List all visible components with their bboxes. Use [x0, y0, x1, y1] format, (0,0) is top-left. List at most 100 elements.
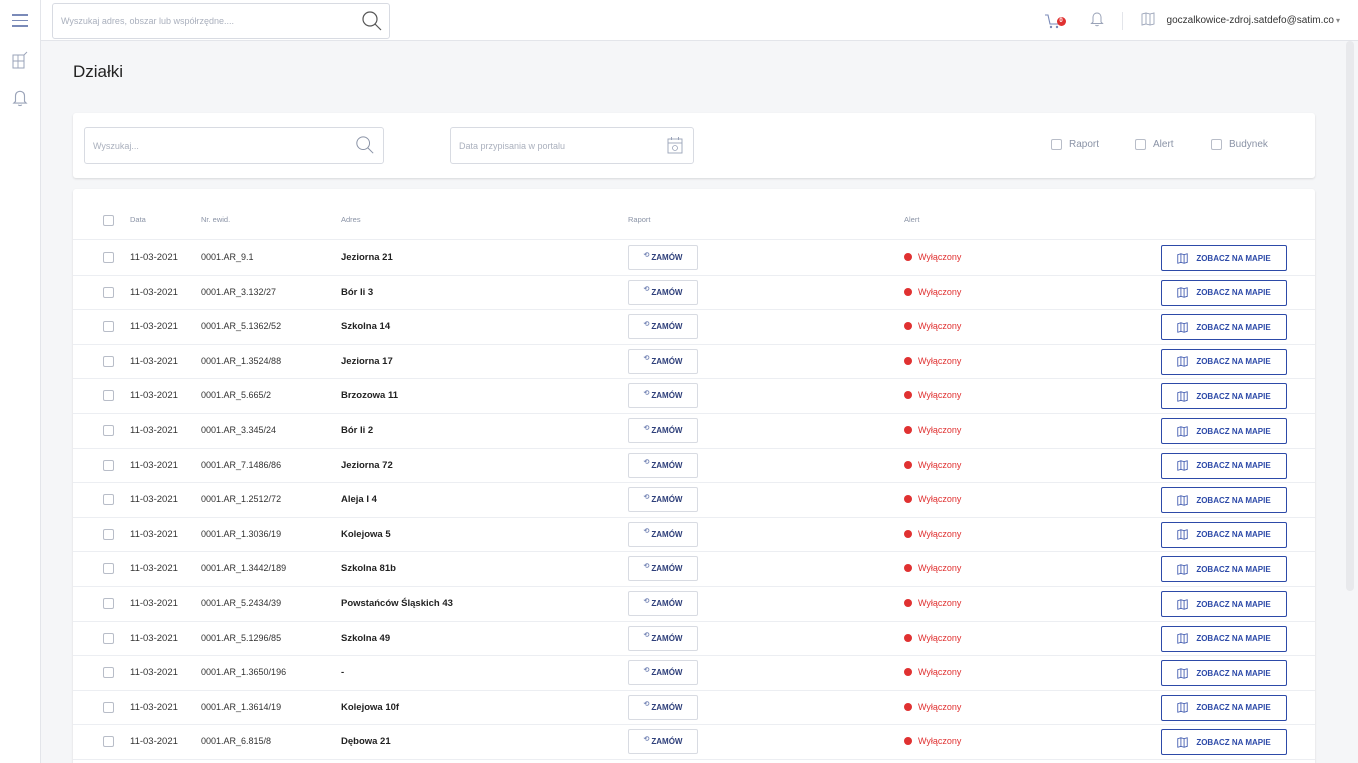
row-checkbox[interactable] — [103, 355, 114, 367]
alert-status-text: Wyłączony — [918, 528, 962, 539]
address-search-input[interactable] — [53, 4, 343, 38]
order-label: ZAMÓW — [651, 391, 683, 401]
checkbox[interactable] — [1211, 139, 1222, 150]
satellite-icon: ⟲ — [643, 562, 650, 570]
checkbox[interactable] — [1051, 139, 1062, 150]
alert-filter-checkbox[interactable]: Alert — [1135, 139, 1174, 150]
map-label: ZOBACZ NA MAPIE — [1196, 668, 1271, 678]
row-date: 11-03-2021 — [130, 528, 178, 540]
calendar-icon[interactable] — [667, 136, 683, 159]
alert-status-text: Wyłączony — [918, 563, 962, 574]
order-report-button[interactable]: ⟲ ZAMÓW — [628, 660, 698, 686]
parcel-search-input[interactable] — [85, 128, 325, 163]
row-checkbox[interactable] — [103, 286, 114, 298]
order-report-button[interactable]: ⟲ ZAMÓW — [628, 383, 698, 409]
row-nr: 0001.AR_1.3524/88 — [201, 355, 282, 366]
map-label: ZOBACZ NA MAPIE — [1196, 253, 1271, 263]
order-label: ZAMÓW — [651, 495, 683, 505]
page-scrollbar[interactable] — [1346, 41, 1354, 591]
status-dot-icon — [904, 426, 912, 434]
table-row: 11-03-2021 0001.AR_1.3650/196 - ⟲ ZAMÓW W… — [73, 656, 1315, 691]
order-report-button[interactable]: ⟲ ZAMÓW — [628, 452, 698, 478]
report-filter-checkbox[interactable]: Raport — [1051, 139, 1099, 150]
view-on-map-button[interactable]: ZOBACZ NA MAPIE — [1161, 279, 1287, 306]
order-report-button[interactable]: ⟲ ZAMÓW — [628, 729, 698, 755]
view-on-map-button[interactable]: ZOBACZ NA MAPIE — [1161, 521, 1287, 548]
map-icon — [1177, 529, 1188, 541]
date-filter-input[interactable] — [451, 128, 691, 163]
order-report-button[interactable]: ⟲ ZAMÓW — [628, 245, 698, 270]
row-checkbox[interactable] — [103, 563, 114, 575]
row-checkbox[interactable] — [103, 390, 114, 402]
order-report-button[interactable]: ⟲ ZAMÓW — [628, 418, 698, 443]
view-on-map-button[interactable]: ZOBACZ NA MAPIE — [1161, 729, 1287, 756]
cart-button[interactable]: 0 — [1044, 13, 1066, 29]
row-checkbox[interactable] — [103, 494, 114, 506]
view-on-map-button[interactable]: ZOBACZ NA MAPIE — [1161, 314, 1287, 341]
notifications-bell-icon[interactable] — [1089, 11, 1104, 30]
cart-count-badge: 0 — [1056, 16, 1066, 26]
order-report-button[interactable]: ⟲ ZAMÓW — [628, 314, 698, 340]
map-icon — [1177, 356, 1188, 368]
building-filter-checkbox[interactable]: Budynek — [1211, 139, 1268, 150]
view-on-map-button[interactable]: ZOBACZ NA MAPIE — [1161, 591, 1287, 617]
row-checkbox[interactable] — [103, 528, 114, 540]
row-date: 11-03-2021 — [130, 252, 178, 263]
view-on-map-button[interactable]: ZOBACZ NA MAPIE — [1161, 452, 1287, 479]
select-all-checkbox[interactable] — [103, 215, 114, 226]
alert-status: Wyłączony — [904, 252, 961, 262]
status-dot-icon — [904, 564, 912, 573]
alert-status: Wyłączony — [904, 425, 961, 435]
row-checkbox[interactable] — [103, 459, 114, 471]
row-address: Jeziorna 21 — [341, 252, 393, 263]
order-report-button[interactable]: ⟲ ZAMÓW — [628, 279, 698, 305]
view-on-map-button[interactable]: ZOBACZ NA MAPIE — [1161, 625, 1287, 652]
order-report-button[interactable]: ⟲ ZAMÓW — [628, 556, 698, 582]
order-report-button[interactable]: ⟲ ZAMÓW — [628, 694, 698, 720]
alert-status-text: Wyłączony — [918, 632, 962, 643]
map-label: ZOBACZ NA MAPIE — [1196, 288, 1271, 298]
view-on-map-button[interactable]: ZOBACZ NA MAPIE — [1161, 383, 1287, 410]
row-nr: 0001.AR_9.1 — [201, 252, 254, 262]
row-checkbox[interactable] — [103, 425, 114, 436]
user-menu[interactable]: goczalkowice-zdroj.satdefo@satim.co ▾ — [1167, 15, 1340, 26]
order-report-button[interactable]: ⟲ ZAMÓW — [628, 591, 698, 616]
order-report-button[interactable]: ⟲ ZAMÓW — [628, 348, 698, 374]
parcels-icon[interactable] — [12, 51, 28, 74]
row-checkbox[interactable] — [103, 667, 114, 679]
search-icon[interactable] — [355, 135, 375, 160]
search-icon[interactable] — [361, 10, 383, 37]
order-report-button[interactable]: ⟲ ZAMÓW — [628, 521, 698, 547]
row-address: Brzozowa 11 — [341, 390, 399, 402]
map-icon[interactable] — [1141, 12, 1155, 29]
order-report-button[interactable]: ⟲ ZAMÓW — [628, 625, 698, 651]
view-on-map-button[interactable]: ZOBACZ NA MAPIE — [1161, 556, 1287, 583]
status-dot-icon — [904, 253, 912, 261]
view-on-map-button[interactable]: ZOBACZ NA MAPIE — [1161, 418, 1287, 444]
view-on-map-button[interactable]: ZOBACZ NA MAPIE — [1161, 245, 1287, 271]
checkbox[interactable] — [1135, 139, 1146, 150]
row-checkbox[interactable] — [103, 252, 114, 263]
order-report-button[interactable]: ⟲ ZAMÓW — [628, 487, 698, 513]
row-checkbox[interactable] — [103, 701, 114, 713]
view-on-map-button[interactable]: ZOBACZ NA MAPIE — [1161, 694, 1287, 721]
order-label: ZAMÓW — [651, 287, 683, 297]
map-label: ZOBACZ NA MAPIE — [1196, 391, 1271, 401]
map-label: ZOBACZ NA MAPIE — [1196, 322, 1271, 332]
top-right-controls: 0 goczalkowice-zdroj.satdefo@satim.co ▾ — [1044, 0, 1340, 41]
sidebar-bell-icon[interactable] — [12, 89, 28, 112]
view-on-map-button[interactable]: ZOBACZ NA MAPIE — [1161, 348, 1287, 375]
status-dot-icon — [904, 495, 912, 504]
view-on-map-button[interactable]: ZOBACZ NA MAPIE — [1161, 487, 1287, 514]
row-checkbox[interactable] — [103, 598, 114, 609]
satellite-icon: ⟲ — [643, 389, 650, 397]
view-on-map-button[interactable]: ZOBACZ NA MAPIE — [1161, 660, 1287, 687]
hamburger-menu-icon[interactable] — [12, 14, 28, 27]
row-checkbox[interactable] — [103, 632, 114, 644]
table-row: 11-03-2021 0001.AR_3.132/27 Bór Ii 3 ⟲ ZA… — [73, 276, 1315, 311]
satellite-icon: ⟲ — [643, 251, 650, 259]
row-checkbox[interactable] — [103, 321, 114, 333]
row-checkbox[interactable] — [103, 736, 114, 748]
satellite-icon: ⟲ — [643, 666, 650, 674]
map-label: ZOBACZ NA MAPIE — [1196, 530, 1271, 540]
